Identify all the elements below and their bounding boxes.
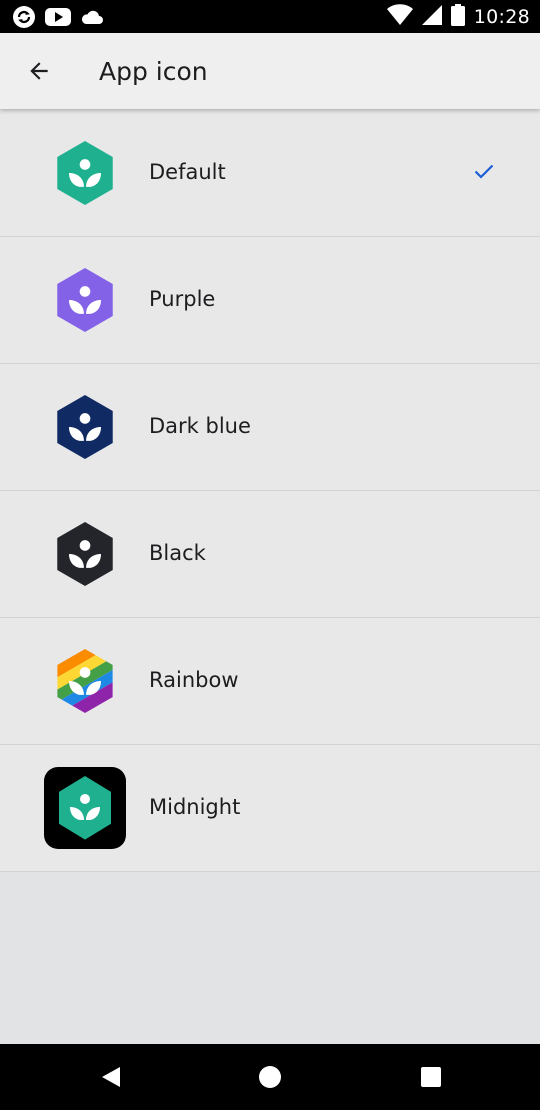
battery-icon [450, 4, 465, 30]
option-purple[interactable]: Purple [0, 237, 540, 364]
status-bar: 10:28 [0, 0, 540, 33]
rainbow-app-icon [44, 640, 126, 722]
cloud-icon [80, 8, 104, 30]
option-dark-blue[interactable]: Dark blue [0, 364, 540, 491]
home-circle-icon[interactable] [258, 1065, 282, 1089]
sync-icon [12, 5, 36, 33]
option-label: Black [149, 541, 206, 565]
checkmark-icon [474, 164, 494, 179]
app-icon-list: Default Purple Dark blue Black Rainbow M… [0, 110, 540, 872]
app-bar: App icon [0, 33, 540, 109]
default-app-icon [44, 132, 126, 214]
option-midnight[interactable]: Midnight [0, 745, 540, 872]
option-label: Dark blue [149, 414, 251, 438]
back-triangle-icon[interactable] [99, 1065, 123, 1089]
navigation-bar [0, 1044, 540, 1110]
wifi-icon [386, 4, 413, 30]
option-rainbow[interactable]: Rainbow [0, 618, 540, 745]
midnight-app-icon [44, 767, 126, 849]
option-label: Rainbow [149, 668, 239, 692]
option-default[interactable]: Default [0, 110, 540, 237]
option-black[interactable]: Black [0, 491, 540, 618]
arrow-left-icon [30, 62, 48, 80]
option-label: Midnight [149, 795, 241, 819]
recents-square-icon[interactable] [419, 1065, 443, 1089]
purple-app-icon [44, 259, 126, 341]
option-label: Purple [149, 287, 216, 311]
option-label: Default [149, 160, 226, 184]
clock: 10:28 [473, 6, 530, 28]
signal-icon [421, 4, 442, 30]
page-title: App icon [99, 57, 208, 86]
black-app-icon [44, 513, 126, 595]
youtube-icon [45, 7, 71, 31]
back-button[interactable] [20, 52, 58, 90]
dark-blue-app-icon [44, 386, 126, 468]
